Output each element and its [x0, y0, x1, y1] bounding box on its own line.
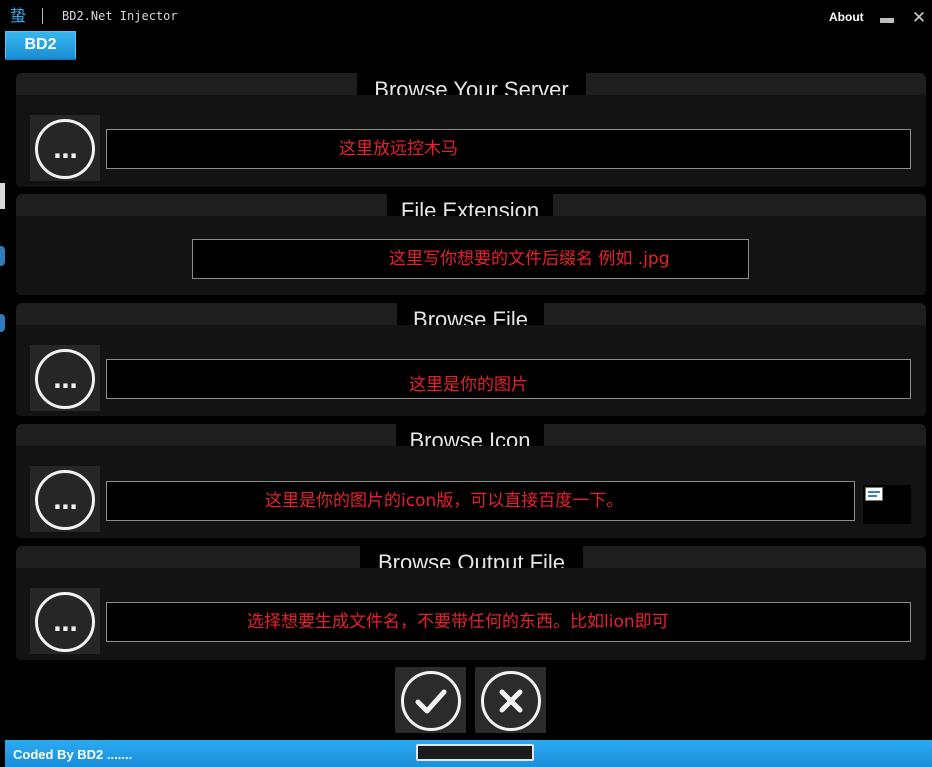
about-link[interactable]: About: [829, 10, 864, 24]
tab-bd2[interactable]: BD2: [5, 31, 76, 59]
status-text: Coded By BD2 .......: [13, 747, 133, 762]
icon-preview: [863, 485, 911, 524]
window-title: BD2.Net Injector: [62, 9, 178, 23]
file-extension-field[interactable]: 这里写你想要的文件后缀名 例如 .jpg: [192, 239, 749, 279]
left-edge-fragment: [0, 314, 5, 332]
left-edge-fragment: [0, 183, 5, 209]
browse-file-button[interactable]: ...: [30, 345, 100, 411]
icon-path-field[interactable]: 这里是你的图片的icon版，可以直接百度一下。: [106, 481, 855, 521]
title-separator: [42, 8, 43, 24]
server-path-field[interactable]: 这里放远控木马: [106, 129, 911, 169]
left-edge-fragment: [0, 246, 5, 266]
ellipsis-dots: ...: [52, 366, 78, 394]
checkmark-icon: [415, 689, 447, 714]
browse-icon-button[interactable]: ...: [30, 466, 100, 532]
x-icon: [499, 689, 523, 713]
ellipsis-dots: ...: [52, 136, 78, 164]
app-logo-icon: 蛰: [10, 6, 27, 25]
panel-browse-icon: Browse Icon ... 这里是你的图片的icon版，可以直接百度一下。: [16, 424, 926, 538]
minimize-icon[interactable]: [879, 12, 895, 24]
panel-file-extension: File Extension 这里写你想要的文件后缀名 例如 .jpg: [16, 194, 926, 295]
progress-bar: [416, 744, 534, 761]
panel-browse-file: Browse File ... 这里是你的图片: [16, 303, 926, 416]
file-path-field[interactable]: 这里是你的图片: [106, 359, 911, 399]
cancel-button[interactable]: [475, 667, 546, 733]
browse-server-button[interactable]: ...: [30, 115, 100, 181]
ellipsis-dots: ...: [52, 609, 78, 637]
output-path-field[interactable]: 选择想要生成文件名，不要带任何的东西。比如lion即可: [106, 602, 911, 642]
panel-browse-server: Browse Your Server ... 这里放远控木马: [16, 73, 926, 187]
status-bar: Coded By BD2 .......: [5, 740, 932, 767]
ellipsis-dots: ...: [52, 487, 78, 515]
title-bar: 蛰 BD2.Net Injector About ✕: [0, 0, 932, 32]
panel-browse-output: Browse Output File ... 选择想要生成文件名，不要带任何的东…: [16, 546, 926, 660]
confirm-button[interactable]: [395, 667, 466, 733]
icon-thumbnail-icon: [865, 487, 883, 501]
close-icon[interactable]: ✕: [910, 9, 928, 27]
tab-underline: [5, 58, 76, 60]
browse-output-button[interactable]: ...: [30, 588, 100, 654]
